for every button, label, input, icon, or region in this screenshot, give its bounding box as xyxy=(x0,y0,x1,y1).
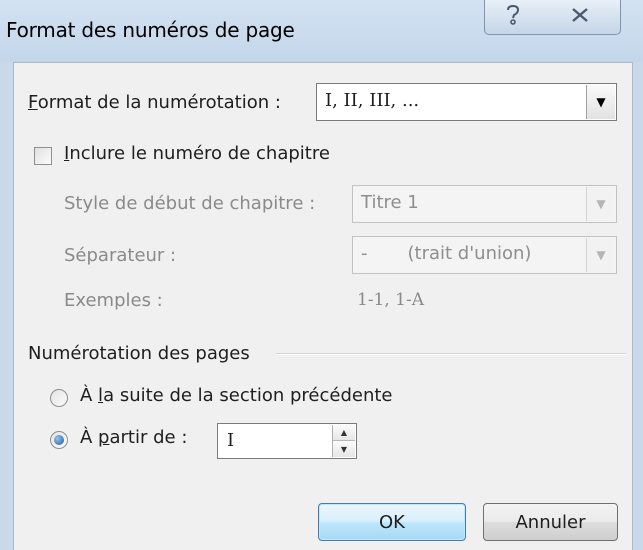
close-icon xyxy=(570,7,590,28)
numbering-format-value: I, II, III, ... xyxy=(325,90,420,111)
numbering-format-label: Format de la numérotation : xyxy=(28,92,281,113)
dropdown-arrow-icon[interactable]: ▼ xyxy=(586,85,615,119)
continue-previous-label[interactable]: À la suite de la section précédente xyxy=(80,385,393,406)
numbering-format-select[interactable]: I, II, III, ... ▼ xyxy=(316,83,617,121)
dialog-title: Format des numéros de page xyxy=(6,18,295,42)
examples-label: Exemples : xyxy=(64,290,163,311)
chapter-style-value: Titre 1 xyxy=(361,192,419,213)
start-at-value[interactable]: I xyxy=(227,430,234,451)
dropdown-arrow-icon[interactable]: ▼ xyxy=(586,187,615,221)
separator-value: - (trait d'union) xyxy=(361,243,532,264)
chapter-style-select[interactable]: Titre 1 ▼ xyxy=(352,185,617,223)
dialog-body: Format de la numérotation : I, II, III, … xyxy=(13,62,633,550)
title-bar[interactable]: Format des numéros de page xyxy=(0,0,643,62)
close-button[interactable] xyxy=(540,0,621,35)
examples-value: 1-1, 1-A xyxy=(357,290,425,310)
cancel-button[interactable]: Annuler xyxy=(483,503,618,541)
separator-select[interactable]: - (trait d'union) ▼ xyxy=(352,236,617,274)
spinner-buttons: ▲ ▼ xyxy=(332,425,355,457)
separator-label: Séparateur : xyxy=(64,245,177,266)
continue-previous-radio[interactable] xyxy=(50,389,68,407)
spin-up-icon[interactable]: ▲ xyxy=(333,425,355,441)
help-icon xyxy=(504,4,522,31)
start-at-spinner[interactable]: I ▲ ▼ xyxy=(217,423,357,459)
include-chapter-checkbox[interactable] xyxy=(34,147,52,165)
group-divider xyxy=(276,353,626,355)
dropdown-arrow-icon[interactable]: ▼ xyxy=(586,238,615,272)
start-at-label[interactable]: À partir de : xyxy=(80,427,187,448)
help-button[interactable] xyxy=(484,0,541,35)
chapter-style-label: Style de début de chapitre : xyxy=(64,193,316,214)
ok-button[interactable]: OK xyxy=(318,503,466,541)
spin-down-icon[interactable]: ▼ xyxy=(333,441,355,457)
start-at-radio[interactable] xyxy=(50,431,68,449)
page-numbering-group-label: Numérotation des pages xyxy=(28,343,250,364)
include-chapter-label[interactable]: Inclure le numéro de chapitre xyxy=(64,143,330,164)
